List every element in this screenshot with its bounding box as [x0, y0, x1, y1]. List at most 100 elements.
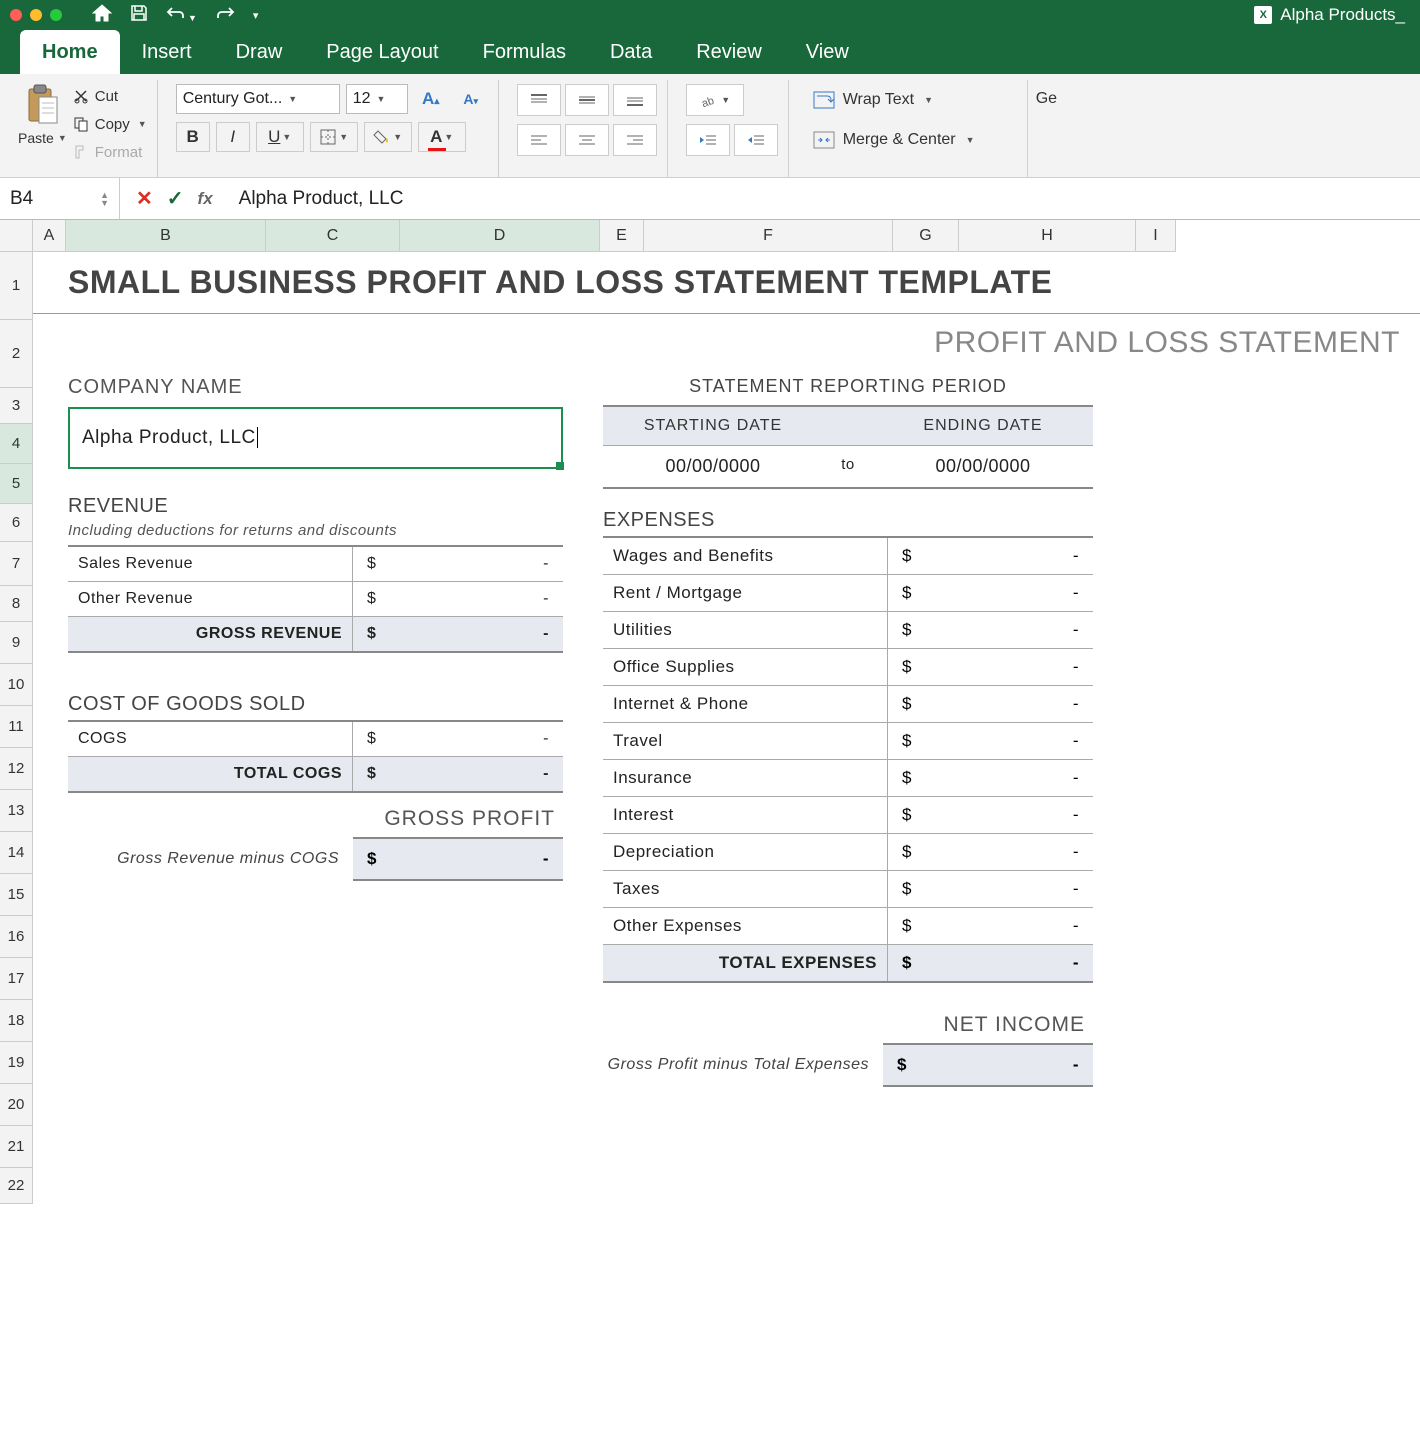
row-header-7[interactable]: 7: [0, 542, 33, 586]
table-row[interactable]: Other Expenses$-: [603, 908, 1093, 945]
table-row[interactable]: Rent / Mortgage$-: [603, 575, 1093, 612]
table-row[interactable]: COGS$-: [68, 722, 563, 757]
net-income-value[interactable]: $-: [883, 1043, 1093, 1087]
column-header-B[interactable]: B: [66, 220, 266, 251]
home-icon[interactable]: [92, 4, 112, 27]
borders-button[interactable]: ▼: [310, 122, 358, 152]
decrease-indent-button[interactable]: [686, 124, 730, 156]
undo-icon[interactable]: ▼: [166, 5, 197, 26]
table-row[interactable]: Other Revenue$-: [68, 582, 563, 617]
align-left-button[interactable]: [517, 124, 561, 156]
format-painter-button[interactable]: Format: [73, 140, 147, 164]
column-header-A[interactable]: A: [33, 220, 66, 251]
increase-indent-button[interactable]: [734, 124, 778, 156]
align-center-button[interactable]: [565, 124, 609, 156]
row-header-11[interactable]: 11: [0, 706, 33, 748]
paste-button[interactable]: Paste▼: [18, 80, 67, 177]
font-size-select[interactable]: 12▼: [346, 84, 408, 114]
table-row[interactable]: Interest$-: [603, 797, 1093, 834]
column-header-F[interactable]: F: [644, 220, 893, 251]
total-expenses-row[interactable]: TOTAL EXPENSES$-: [603, 945, 1093, 981]
grid-area[interactable]: SMALL BUSINESS PROFIT AND LOSS STATEMENT…: [33, 252, 1420, 1204]
column-header-H[interactable]: H: [959, 220, 1136, 251]
row-header-19[interactable]: 19: [0, 1042, 33, 1084]
align-bottom-button[interactable]: [613, 84, 657, 116]
table-row[interactable]: Utilities$-: [603, 612, 1093, 649]
table-row[interactable]: Insurance$-: [603, 760, 1093, 797]
row-header-8[interactable]: 8: [0, 586, 33, 622]
column-header-D[interactable]: D: [400, 220, 600, 251]
table-row[interactable]: Depreciation$-: [603, 834, 1093, 871]
row-header-21[interactable]: 21: [0, 1126, 33, 1168]
row-header-3[interactable]: 3: [0, 388, 33, 424]
minimize-window-icon[interactable]: [30, 9, 42, 21]
table-row[interactable]: Taxes$-: [603, 871, 1093, 908]
formula-input[interactable]: Alpha Product, LLC: [229, 188, 1420, 210]
customize-qat-icon[interactable]: ▾: [253, 9, 259, 22]
row-header-10[interactable]: 10: [0, 664, 33, 706]
wrap-text-button[interactable]: Wrap Text▼: [807, 84, 1017, 116]
row-header-5[interactable]: 5: [0, 464, 33, 504]
save-icon[interactable]: [130, 4, 148, 27]
tab-insert[interactable]: Insert: [120, 30, 214, 74]
tab-view[interactable]: View: [784, 30, 871, 74]
row-header-15[interactable]: 15: [0, 874, 33, 916]
row-header-22[interactable]: 22: [0, 1168, 33, 1204]
row-header-13[interactable]: 13: [0, 790, 33, 832]
tab-draw[interactable]: Draw: [214, 30, 305, 74]
tab-page-layout[interactable]: Page Layout: [304, 30, 460, 74]
tab-formulas[interactable]: Formulas: [461, 30, 588, 74]
font-name-select[interactable]: Century Got...▼: [176, 84, 340, 114]
gross-profit-value[interactable]: $-: [353, 837, 563, 881]
tab-data[interactable]: Data: [588, 30, 674, 74]
redo-icon[interactable]: [215, 5, 235, 26]
table-row[interactable]: Office Supplies$-: [603, 649, 1093, 686]
row-header-17[interactable]: 17: [0, 958, 33, 1000]
row-header-20[interactable]: 20: [0, 1084, 33, 1126]
ending-date-value[interactable]: 00/00/0000: [873, 446, 1093, 487]
align-top-button[interactable]: [517, 84, 561, 116]
decrease-font-size-button[interactable]: A▾: [454, 84, 488, 114]
fill-color-button[interactable]: ▼: [364, 122, 412, 152]
column-header-G[interactable]: G: [893, 220, 959, 251]
row-header-1[interactable]: 1: [0, 252, 33, 320]
underline-button[interactable]: U▼: [256, 122, 304, 152]
row-header-4[interactable]: 4: [0, 424, 33, 464]
align-middle-button[interactable]: [565, 84, 609, 116]
tab-home[interactable]: Home: [20, 30, 120, 74]
name-box[interactable]: B4 ▲▼: [0, 178, 120, 219]
merge-center-button[interactable]: Merge & Center▼: [807, 124, 1017, 156]
copy-button[interactable]: Copy▼: [73, 112, 147, 136]
total-cogs-row[interactable]: TOTAL COGS$-: [68, 757, 563, 791]
confirm-edit-button[interactable]: ✓: [167, 186, 184, 211]
table-row[interactable]: Wages and Benefits$-: [603, 538, 1093, 575]
row-header-18[interactable]: 18: [0, 1000, 33, 1042]
orientation-button[interactable]: ab▼: [686, 84, 744, 116]
select-all-corner[interactable]: [0, 220, 33, 252]
align-right-button[interactable]: [613, 124, 657, 156]
row-header-9[interactable]: 9: [0, 622, 33, 664]
fx-button[interactable]: fx: [198, 189, 213, 209]
cancel-edit-button[interactable]: ✕: [136, 186, 153, 211]
font-color-button[interactable]: A▼: [418, 122, 466, 152]
row-header-14[interactable]: 14: [0, 832, 33, 874]
cut-button[interactable]: Cut: [73, 84, 147, 108]
table-row[interactable]: Sales Revenue$-: [68, 547, 563, 582]
bold-button[interactable]: B: [176, 122, 210, 152]
table-row[interactable]: Internet & Phone$-: [603, 686, 1093, 723]
italic-button[interactable]: I: [216, 122, 250, 152]
increase-font-size-button[interactable]: A▴: [414, 84, 448, 114]
column-header-I[interactable]: I: [1136, 220, 1176, 251]
column-header-C[interactable]: C: [266, 220, 400, 251]
maximize-window-icon[interactable]: [50, 9, 62, 21]
starting-date-value[interactable]: 00/00/0000: [603, 446, 823, 487]
gross-revenue-row[interactable]: GROSS REVENUE$-: [68, 617, 563, 651]
name-box-stepper[interactable]: ▲▼: [100, 191, 109, 207]
row-header-6[interactable]: 6: [0, 504, 33, 542]
close-window-icon[interactable]: [10, 9, 22, 21]
table-row[interactable]: Travel$-: [603, 723, 1093, 760]
row-header-2[interactable]: 2: [0, 320, 33, 388]
tab-review[interactable]: Review: [674, 30, 784, 74]
company-name-cell[interactable]: Alpha Product, LLC: [68, 407, 563, 469]
column-header-E[interactable]: E: [600, 220, 644, 251]
